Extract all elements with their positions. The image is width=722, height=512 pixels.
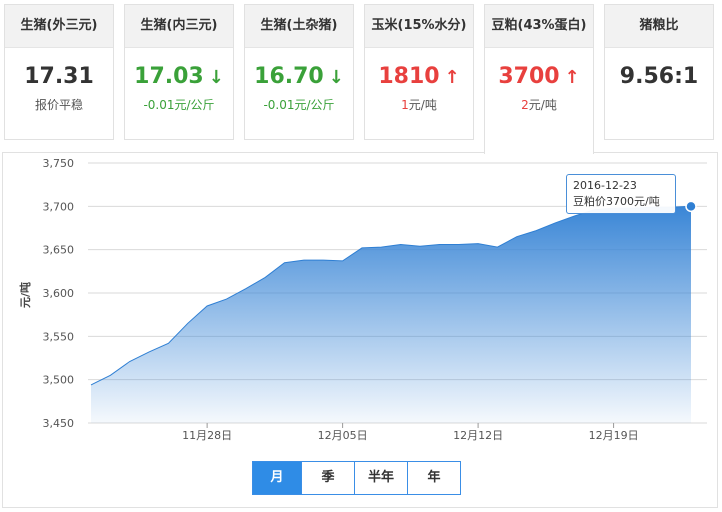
card-title: 豆粕(43%蛋白) xyxy=(485,5,593,48)
range-halfyear-button[interactable]: 半年 xyxy=(355,461,408,495)
card-soymeal[interactable]: 豆粕(43%蛋白) 3700 ↑ 2元/吨 xyxy=(484,4,594,154)
card-change: 2元/吨 xyxy=(485,96,593,113)
tooltip-value: 豆粕价3700元/吨 xyxy=(573,195,660,208)
card-value: 3700 ↑ xyxy=(498,64,580,89)
y-tick-label: 3,750 xyxy=(43,157,75,170)
x-tick-label: 12月05日 xyxy=(318,429,368,442)
range-year-button[interactable]: 年 xyxy=(408,461,461,495)
x-tick-label: 11月28日 xyxy=(182,429,232,442)
data-point xyxy=(685,200,697,213)
y-tick-label: 3,550 xyxy=(43,330,75,343)
range-month-button[interactable]: 月 xyxy=(252,461,302,495)
arrow-up-icon: ↑ xyxy=(564,67,580,88)
x-tick-label: 12月12日 xyxy=(453,429,503,442)
change-amount: 2 xyxy=(521,98,529,112)
y-tick-label: 3,500 xyxy=(43,374,75,387)
x-tick-label: 12月19日 xyxy=(589,429,639,442)
y-tick-label: 3,600 xyxy=(43,287,75,300)
tooltip-date: 2016-12-23 xyxy=(573,179,637,192)
series-area xyxy=(91,206,691,423)
chart-tooltip: 2016-12-23 豆粕价3700元/吨 xyxy=(566,174,676,214)
area-chart: 3,450 3,500 3,550 3,600 3,650 3,700 3,750 11月2… xyxy=(18,157,707,442)
y-tick-label: 3,450 xyxy=(43,417,75,430)
range-selector: 月 季 半年 年 xyxy=(252,461,461,495)
y-axis-label: 元/吨 xyxy=(18,282,32,308)
y-tick-label: 3,700 xyxy=(43,200,75,213)
change-unit: 元/吨 xyxy=(528,98,557,112)
y-tick-label: 3,650 xyxy=(43,244,75,257)
range-quarter-button[interactable]: 季 xyxy=(302,461,355,495)
